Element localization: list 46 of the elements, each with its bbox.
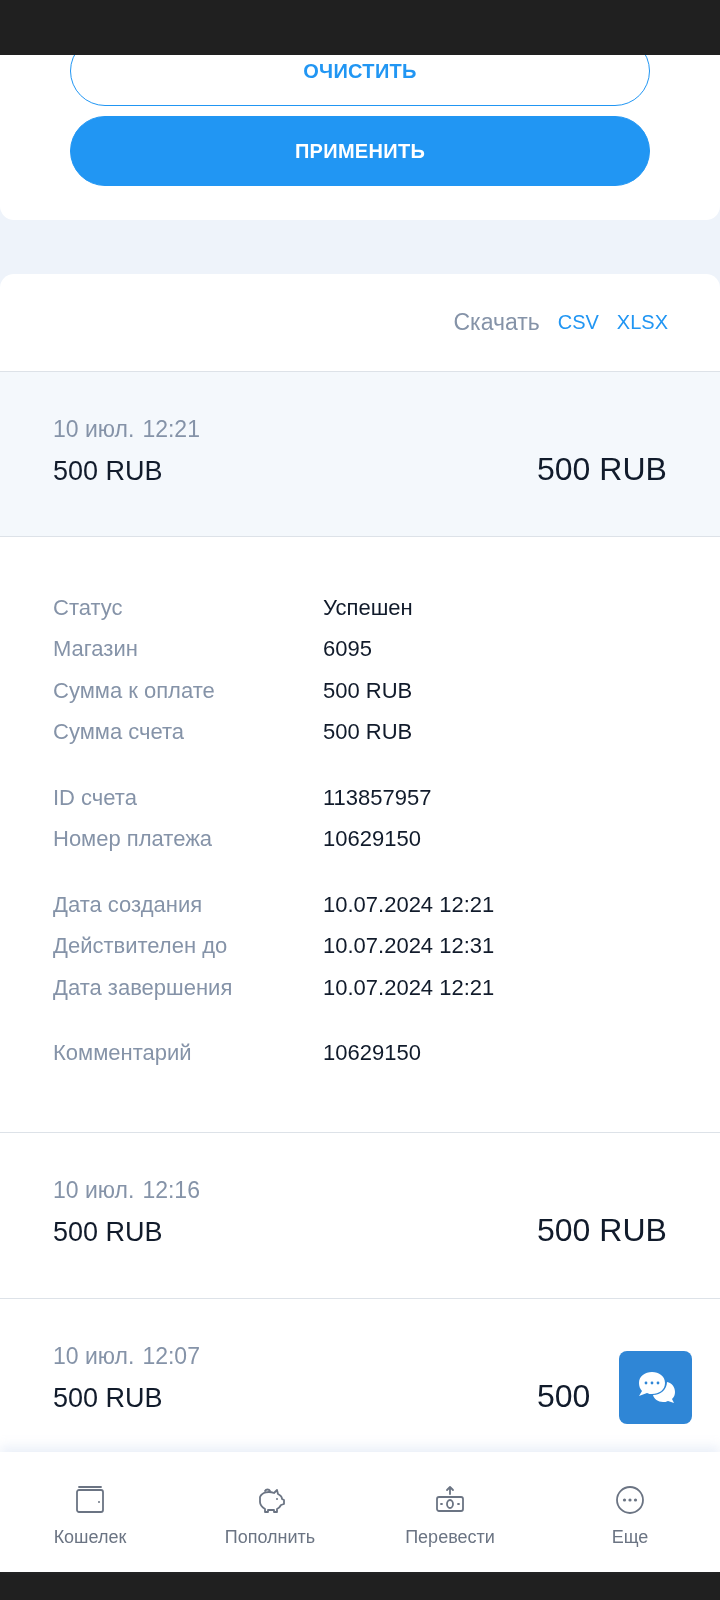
detail-value: 500 RUB (323, 719, 414, 746)
nav-item[interactable]: Еще (540, 1452, 720, 1572)
detail-value: 10.07.2024 12:21 (323, 974, 496, 1001)
detail-label: Сумма счета (53, 719, 186, 746)
download-link[interactable]: CSV (557, 311, 599, 334)
transaction-date: 10 июл. (53, 1177, 135, 1204)
transaction-amount: 500 RUB (53, 1383, 163, 1414)
detail-label: Дата создания (53, 891, 204, 918)
chat-button[interactable] (619, 1351, 692, 1424)
clear-button[interactable]: ОЧИСТИТЬ (70, 55, 650, 106)
detail-value: 10629150 (323, 826, 422, 853)
apply-button[interactable]: ПРИМЕНИТЬ (70, 116, 650, 186)
detail-value: 6095 (323, 636, 373, 663)
detail-value: 10629150 (323, 1040, 422, 1067)
transaction-date: 10 июл. (53, 1343, 135, 1370)
detail-value: 113857957 (323, 784, 433, 811)
transaction-amount: 500 RUB (53, 1217, 163, 1248)
transaction-time: 12:16 (142, 1177, 200, 1204)
detail-value: 10.07.2024 12:21 (323, 891, 496, 918)
detail-value: 10.07.2024 12:31 (323, 933, 496, 960)
wallet-icon (75, 1484, 105, 1515)
detail-label: ID счета (53, 784, 138, 811)
detail-label: Номер платежа (53, 826, 214, 853)
detail-label: Действителен до (53, 933, 229, 960)
detail-label: Комментарий (53, 1040, 193, 1067)
detail-value: Успешен (323, 594, 414, 621)
detail-label: Статус (53, 594, 124, 621)
money-transfer-icon (435, 1484, 465, 1515)
transaction-time: 12:21 (142, 416, 200, 443)
nav-item[interactable]: Кошелек (0, 1452, 180, 1572)
transaction-total: 500 (537, 1378, 591, 1415)
download-link[interactable]: XLSX (616, 311, 668, 334)
nav-item[interactable]: Перевести (360, 1452, 540, 1572)
nav-item[interactable]: Пополнить (180, 1452, 360, 1572)
detail-label: Магазин (53, 636, 139, 663)
transaction-total: 500 RUB (537, 1212, 667, 1249)
transaction-amount: 500 RUB (53, 456, 163, 487)
detail-label: Сумма к оплате (53, 677, 216, 704)
download-label: Скачать (453, 309, 540, 336)
transaction-total: 500 RUB (537, 451, 667, 488)
transaction-date: 10 июл. (53, 416, 135, 443)
detail-label: Дата завершения (53, 974, 234, 1001)
transaction-time: 12:07 (142, 1343, 200, 1370)
detail-value: 500 RUB (323, 677, 414, 704)
more-icon (615, 1484, 645, 1515)
transaction-row[interactable]: 10 июл. 12:21 500 RUB 500 RUB (0, 372, 720, 537)
